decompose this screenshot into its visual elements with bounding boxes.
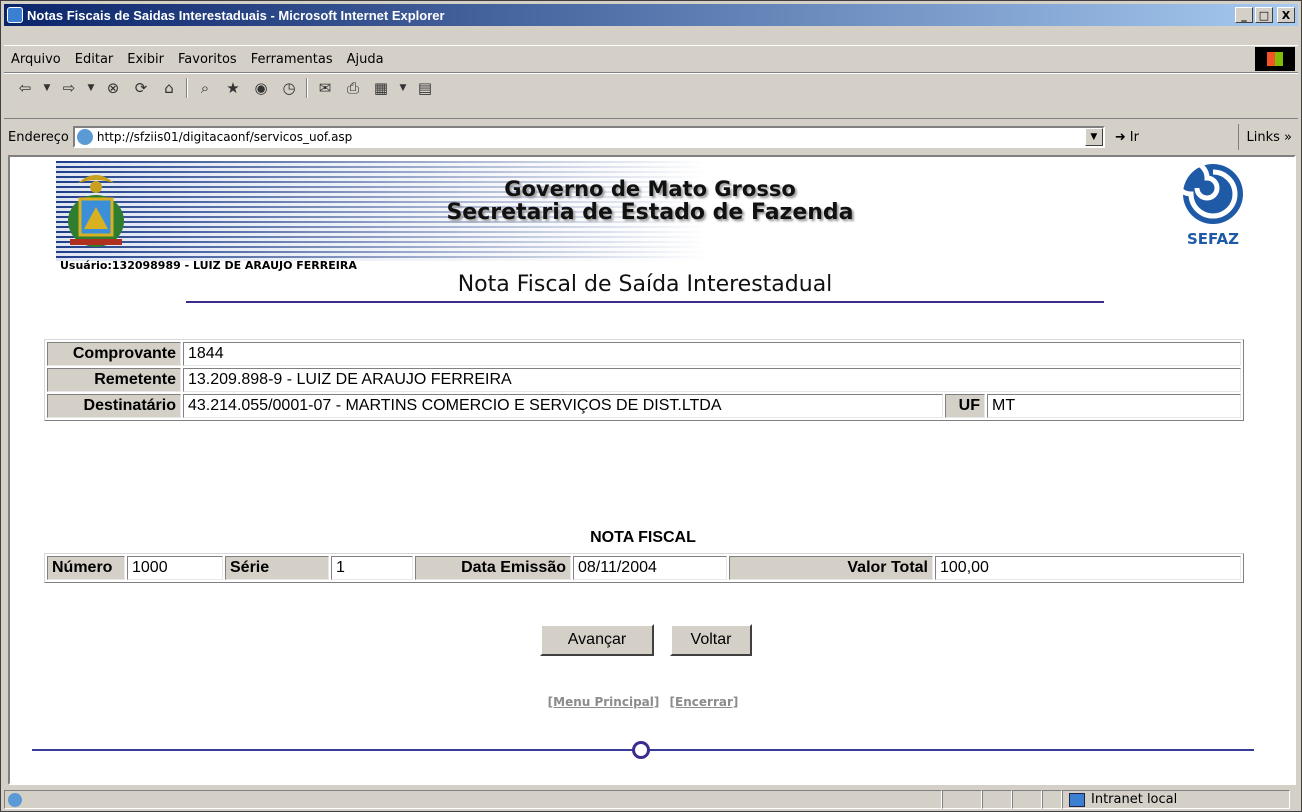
menu-arquivo[interactable]: Arquivo [4, 52, 68, 67]
serie-value: 1 [331, 556, 413, 580]
remetente-value: 13.209.898-9 - LUIZ DE ARAUJO FERREIRA [183, 368, 1241, 392]
status-pane [1012, 790, 1042, 809]
data-emissao-label: Data Emissão [415, 556, 571, 580]
browser-window: Notas Fiscais de Saidas Interestaduais -… [0, 0, 1302, 812]
status-pane [942, 790, 982, 809]
links-button[interactable]: Links » [1237, 124, 1292, 150]
close-button[interactable]: X [1277, 7, 1295, 23]
favorites-icon[interactable]: ★ [222, 78, 244, 98]
ie-icon [7, 7, 23, 23]
back-dropdown-icon[interactable]: ▼ [42, 78, 52, 98]
nav-links: [Menu Principal] [Encerrar] [10, 695, 1276, 709]
title-bar[interactable]: Notas Fiscais de Saidas Interestaduais -… [4, 4, 1298, 26]
page-status-icon [8, 792, 22, 807]
window-title: Notas Fiscais de Saidas Interestaduais -… [27, 7, 445, 23]
header-line1: Governo de Mato Grosso [504, 177, 796, 201]
remittance-info-table: Comprovante 1844 Remetente 13.209.898-9 … [44, 339, 1244, 421]
sefaz-logo-text: SEFAZ [1186, 230, 1240, 248]
go-button[interactable]: ➜ Ir [1115, 130, 1139, 145]
history-icon[interactable]: ◷ [278, 78, 300, 98]
numero-value: 1000 [127, 556, 223, 580]
data-emissao-value: 08/11/2004 [573, 556, 727, 580]
status-pane [1042, 790, 1062, 809]
status-main [4, 790, 942, 809]
valor-total-value: 100,00 [935, 556, 1241, 580]
stop-icon[interactable]: ⊗ [102, 78, 124, 98]
state-coat-of-arms-icon [68, 175, 124, 247]
menu-items: Arquivo Editar Exibir Favoritos Ferramen… [4, 47, 391, 71]
home-icon[interactable]: ⌂ [158, 78, 180, 98]
valor-total-label: Valor Total [729, 556, 933, 580]
table-row: Destinatário 43.214.055/0001-07 - MARTIN… [47, 394, 1241, 418]
go-label: Ir [1129, 129, 1139, 145]
uf-value: MT [987, 394, 1241, 418]
table-row: Remetente 13.209.898-9 - LUIZ DE ARAUJO … [47, 368, 1241, 392]
address-input[interactable]: http://sfziis01/digitacaonf/servicos_uof… [72, 126, 1105, 148]
nota-fiscal-table: Número 1000 Série 1 Data Emissão 08/11/2… [44, 553, 1244, 583]
windows-logo-icon [1255, 47, 1295, 71]
address-label: Endereço [8, 129, 69, 145]
avancar-button[interactable]: Avançar [540, 624, 654, 656]
numero-label: Número [47, 556, 125, 580]
menu-editar[interactable]: Editar [68, 52, 121, 67]
uf-label: UF [945, 394, 985, 418]
menu-principal-link[interactable]: [Menu Principal] [548, 695, 660, 709]
address-bar: Endereço http://sfziis01/digitacaonf/ser… [4, 123, 1298, 151]
print-icon[interactable]: ⎙ [342, 78, 364, 98]
remetente-label: Remetente [47, 368, 181, 392]
window-controls: _ □ X [1235, 7, 1295, 23]
government-header: Governo de Mato Grosso Secretaria de Est… [390, 177, 910, 225]
nota-fiscal-title: NOTA FISCAL [590, 529, 696, 546]
menu-favoritos[interactable]: Favoritos [171, 52, 244, 67]
page-title: Nota Fiscal de Saída Interestadual [186, 271, 1104, 303]
menu-ajuda[interactable]: Ajuda [340, 52, 391, 67]
menu-ferramentas[interactable]: Ferramentas [244, 52, 340, 67]
destinatario-value: 43.214.055/0001-07 - MARTINS COMERCIO E … [183, 394, 943, 418]
sefaz-logo: SEFAZ [1168, 159, 1258, 261]
discuss-icon[interactable]: ▤ [414, 78, 436, 98]
search-icon[interactable]: ⌕ [194, 78, 216, 98]
zone-label: Intranet local [1091, 792, 1178, 807]
go-arrow-icon: ➜ [1114, 129, 1126, 145]
mail-icon[interactable]: ✉ [314, 78, 336, 98]
toolbar-separator [306, 78, 308, 98]
table-row: Número 1000 Série 1 Data Emissão 08/11/2… [47, 556, 1241, 580]
page-content: Governo de Mato Grosso Secretaria de Est… [8, 155, 1296, 785]
sefaz-spiral-icon [1172, 159, 1243, 224]
maximize-button[interactable]: □ [1255, 7, 1273, 23]
forward-icon[interactable]: ⇨ [58, 78, 80, 98]
footer-dot-icon [632, 741, 650, 759]
comprovante-value: 1844 [183, 342, 1241, 366]
comprovante-label: Comprovante [47, 342, 181, 366]
encerrar-link[interactable]: [Encerrar] [670, 695, 739, 709]
forward-dropdown-icon[interactable]: ▼ [86, 78, 96, 98]
serie-label: Série [225, 556, 329, 580]
address-url[interactable]: http://sfziis01/digitacaonf/servicos_uof… [97, 130, 1085, 144]
minimize-button[interactable]: _ [1235, 7, 1253, 23]
table-row: Comprovante 1844 [47, 342, 1241, 366]
refresh-icon[interactable]: ⟳ [130, 78, 152, 98]
edit-icon[interactable]: ▦ [370, 78, 392, 98]
destinatario-label: Destinatário [47, 394, 181, 418]
voltar-button[interactable]: Voltar [670, 624, 752, 656]
toolbar-separator [186, 78, 188, 98]
status-pane [982, 790, 1012, 809]
back-icon[interactable]: ⇦ [14, 78, 36, 98]
header-line2: Secretaria de Estado de Fazenda [446, 200, 854, 225]
status-zone: Intranet local [1062, 790, 1290, 809]
address-dropdown-icon[interactable]: ▼ [1084, 128, 1103, 146]
page-icon [76, 129, 93, 145]
edit-dropdown-icon[interactable]: ▼ [398, 78, 408, 98]
toolbar: ⇦ ▼ ⇨ ▼ ⊗ ⟳ ⌂ ⌕ ★ ◉ ◷ ✉ ⎙ ▦ ▼ ▤ [4, 75, 436, 101]
media-icon[interactable]: ◉ [250, 78, 272, 98]
menu-exibir[interactable]: Exibir [120, 52, 171, 67]
status-bar: Intranet local [4, 789, 1298, 810]
intranet-icon [1069, 792, 1085, 807]
